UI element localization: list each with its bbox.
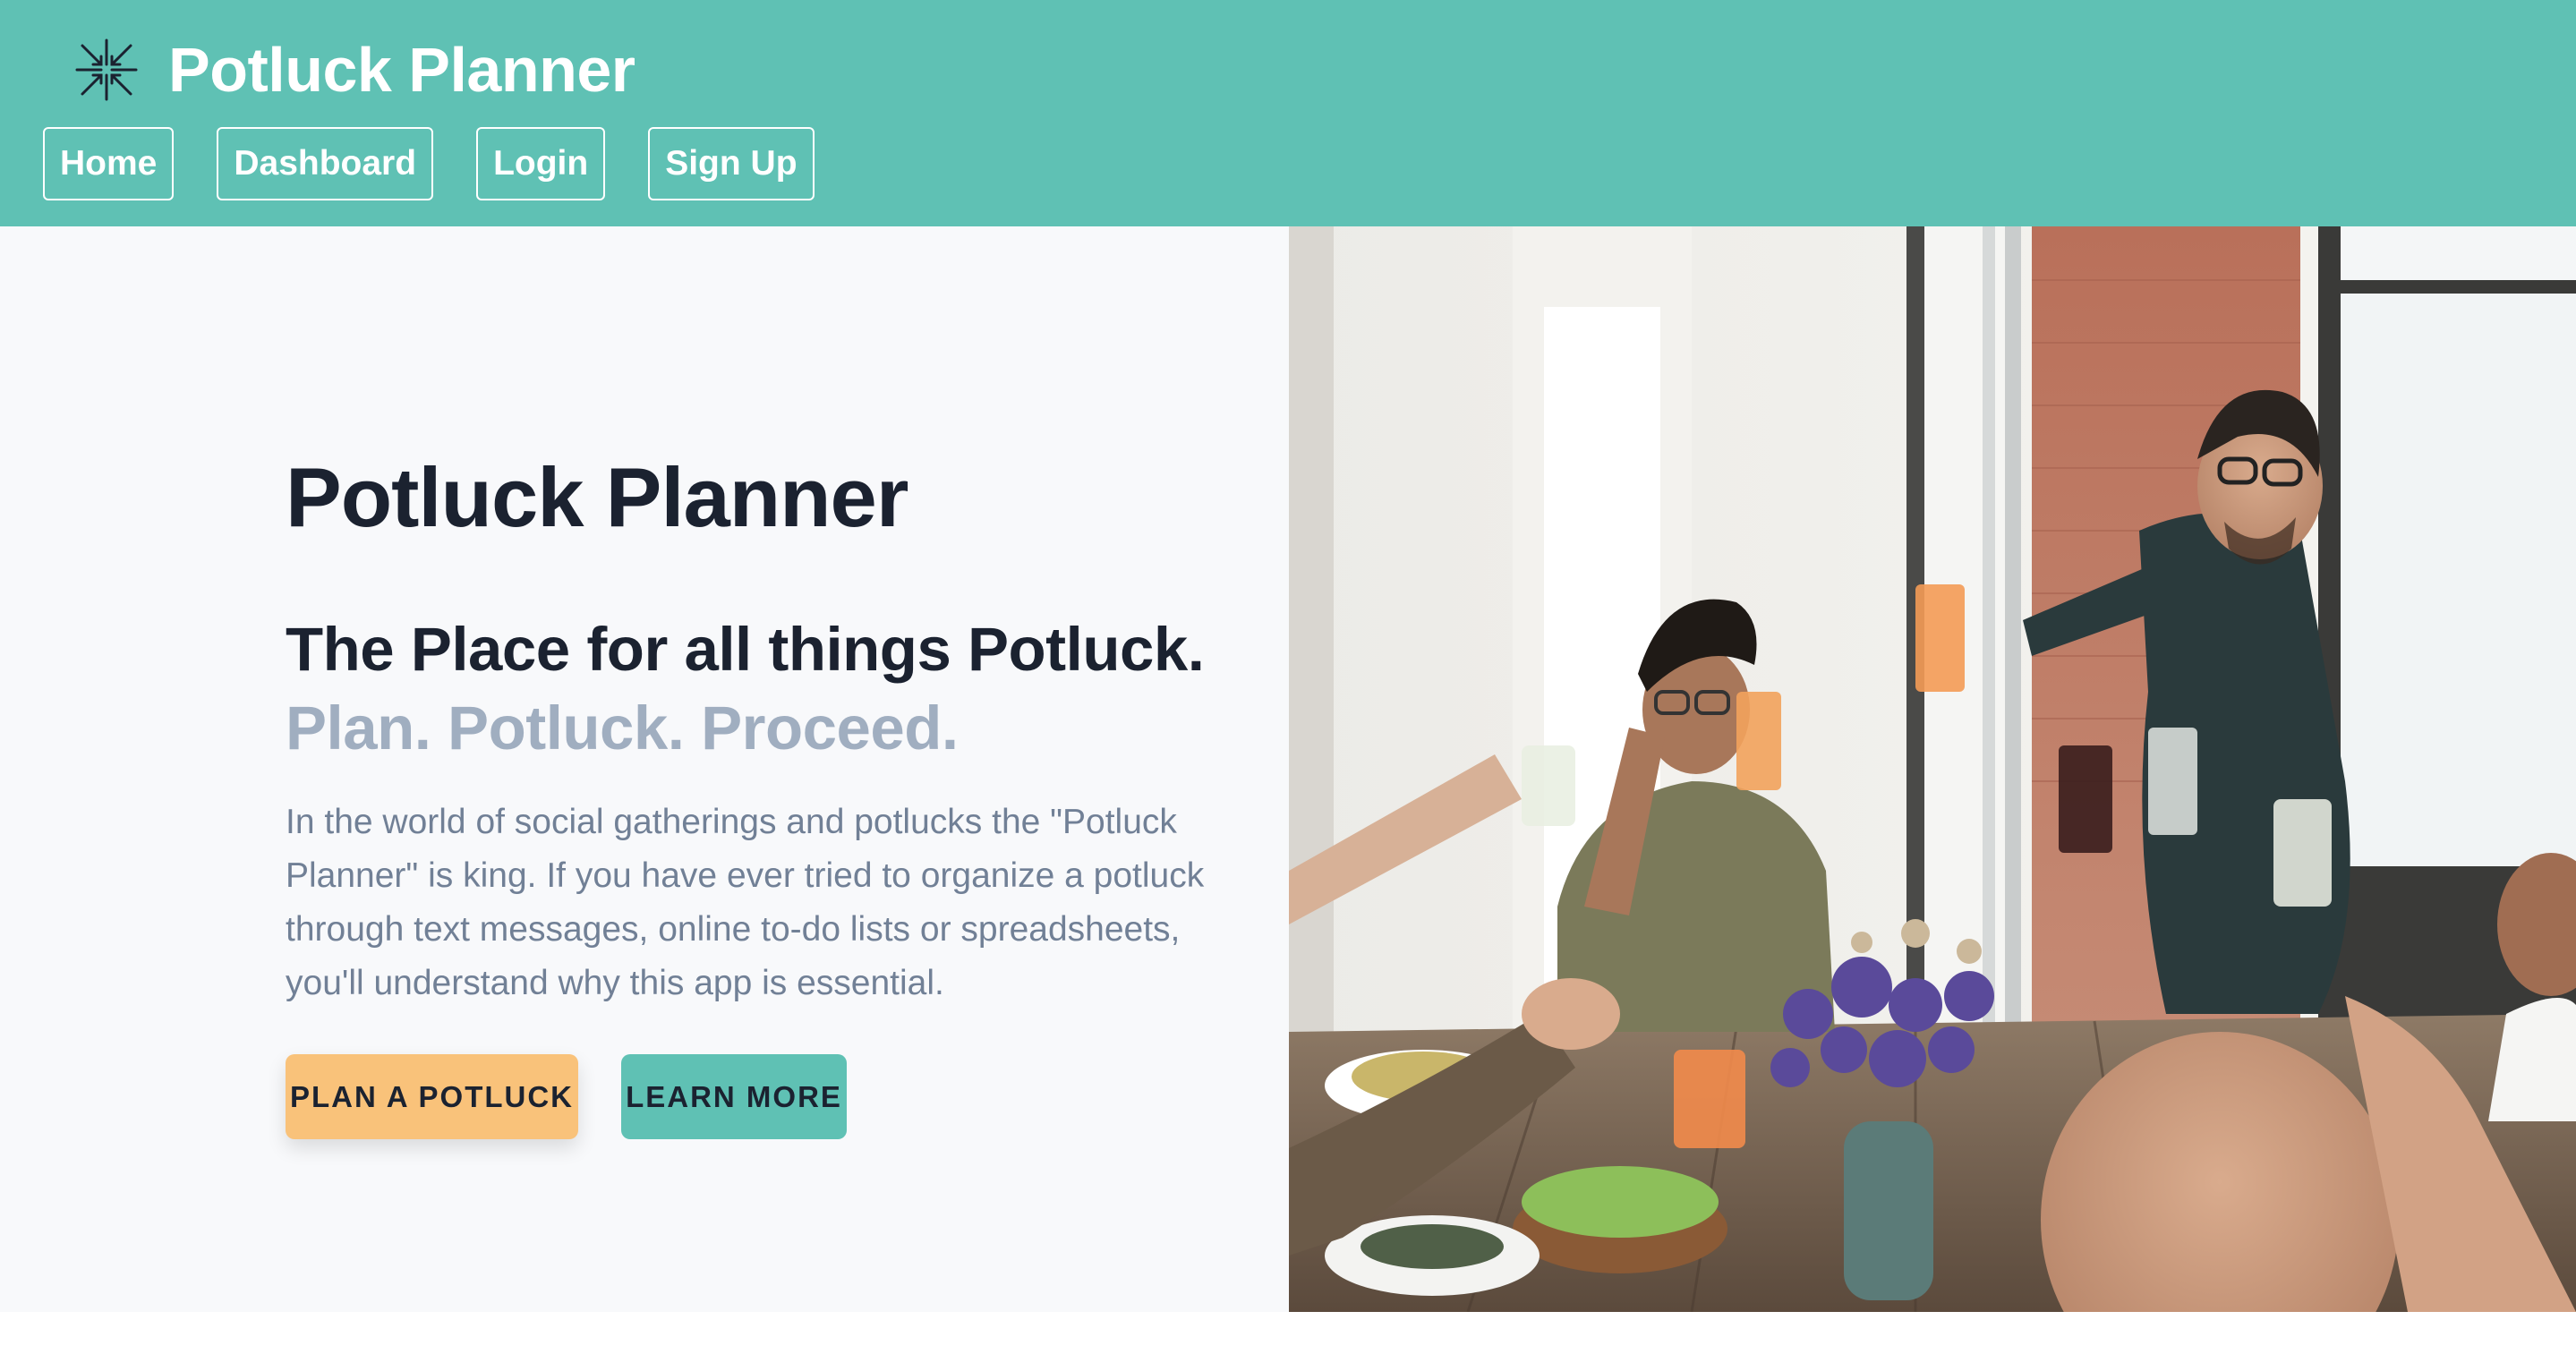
- hero-description: In the world of social gatherings and po…: [286, 803, 1205, 1002]
- learn-more-button[interactable]: LEARN MORE: [621, 1054, 847, 1139]
- hero-title: Potluck Planner: [286, 450, 908, 544]
- nav-home-button[interactable]: Home: [43, 127, 175, 200]
- nav-signup-button[interactable]: Sign Up: [648, 127, 815, 200]
- hero-tagline: Plan. Potluck. Proceed.: [286, 694, 959, 762]
- hero-photo: [1289, 226, 2576, 1312]
- page-bottom-band: [0, 1312, 2576, 1371]
- arrows-converge-icon: [75, 38, 138, 101]
- main-nav: Home Dashboard Login Sign Up: [43, 127, 815, 200]
- hero-subtitle: The Place for all things Potluck.: [286, 615, 1205, 684]
- nav-dashboard-button[interactable]: Dashboard: [217, 127, 434, 200]
- top-header: Potluck Planner Home Dashboard Login Sig…: [0, 0, 2576, 226]
- hero-section: Potluck Planner The Place for all things…: [0, 226, 1289, 1312]
- brand-title: Potluck Planner: [168, 35, 635, 105]
- brand[interactable]: Potluck Planner: [72, 34, 635, 106]
- nav-login-button[interactable]: Login: [476, 127, 606, 200]
- plan-a-potluck-button[interactable]: PLAN A POTLUCK: [286, 1054, 578, 1139]
